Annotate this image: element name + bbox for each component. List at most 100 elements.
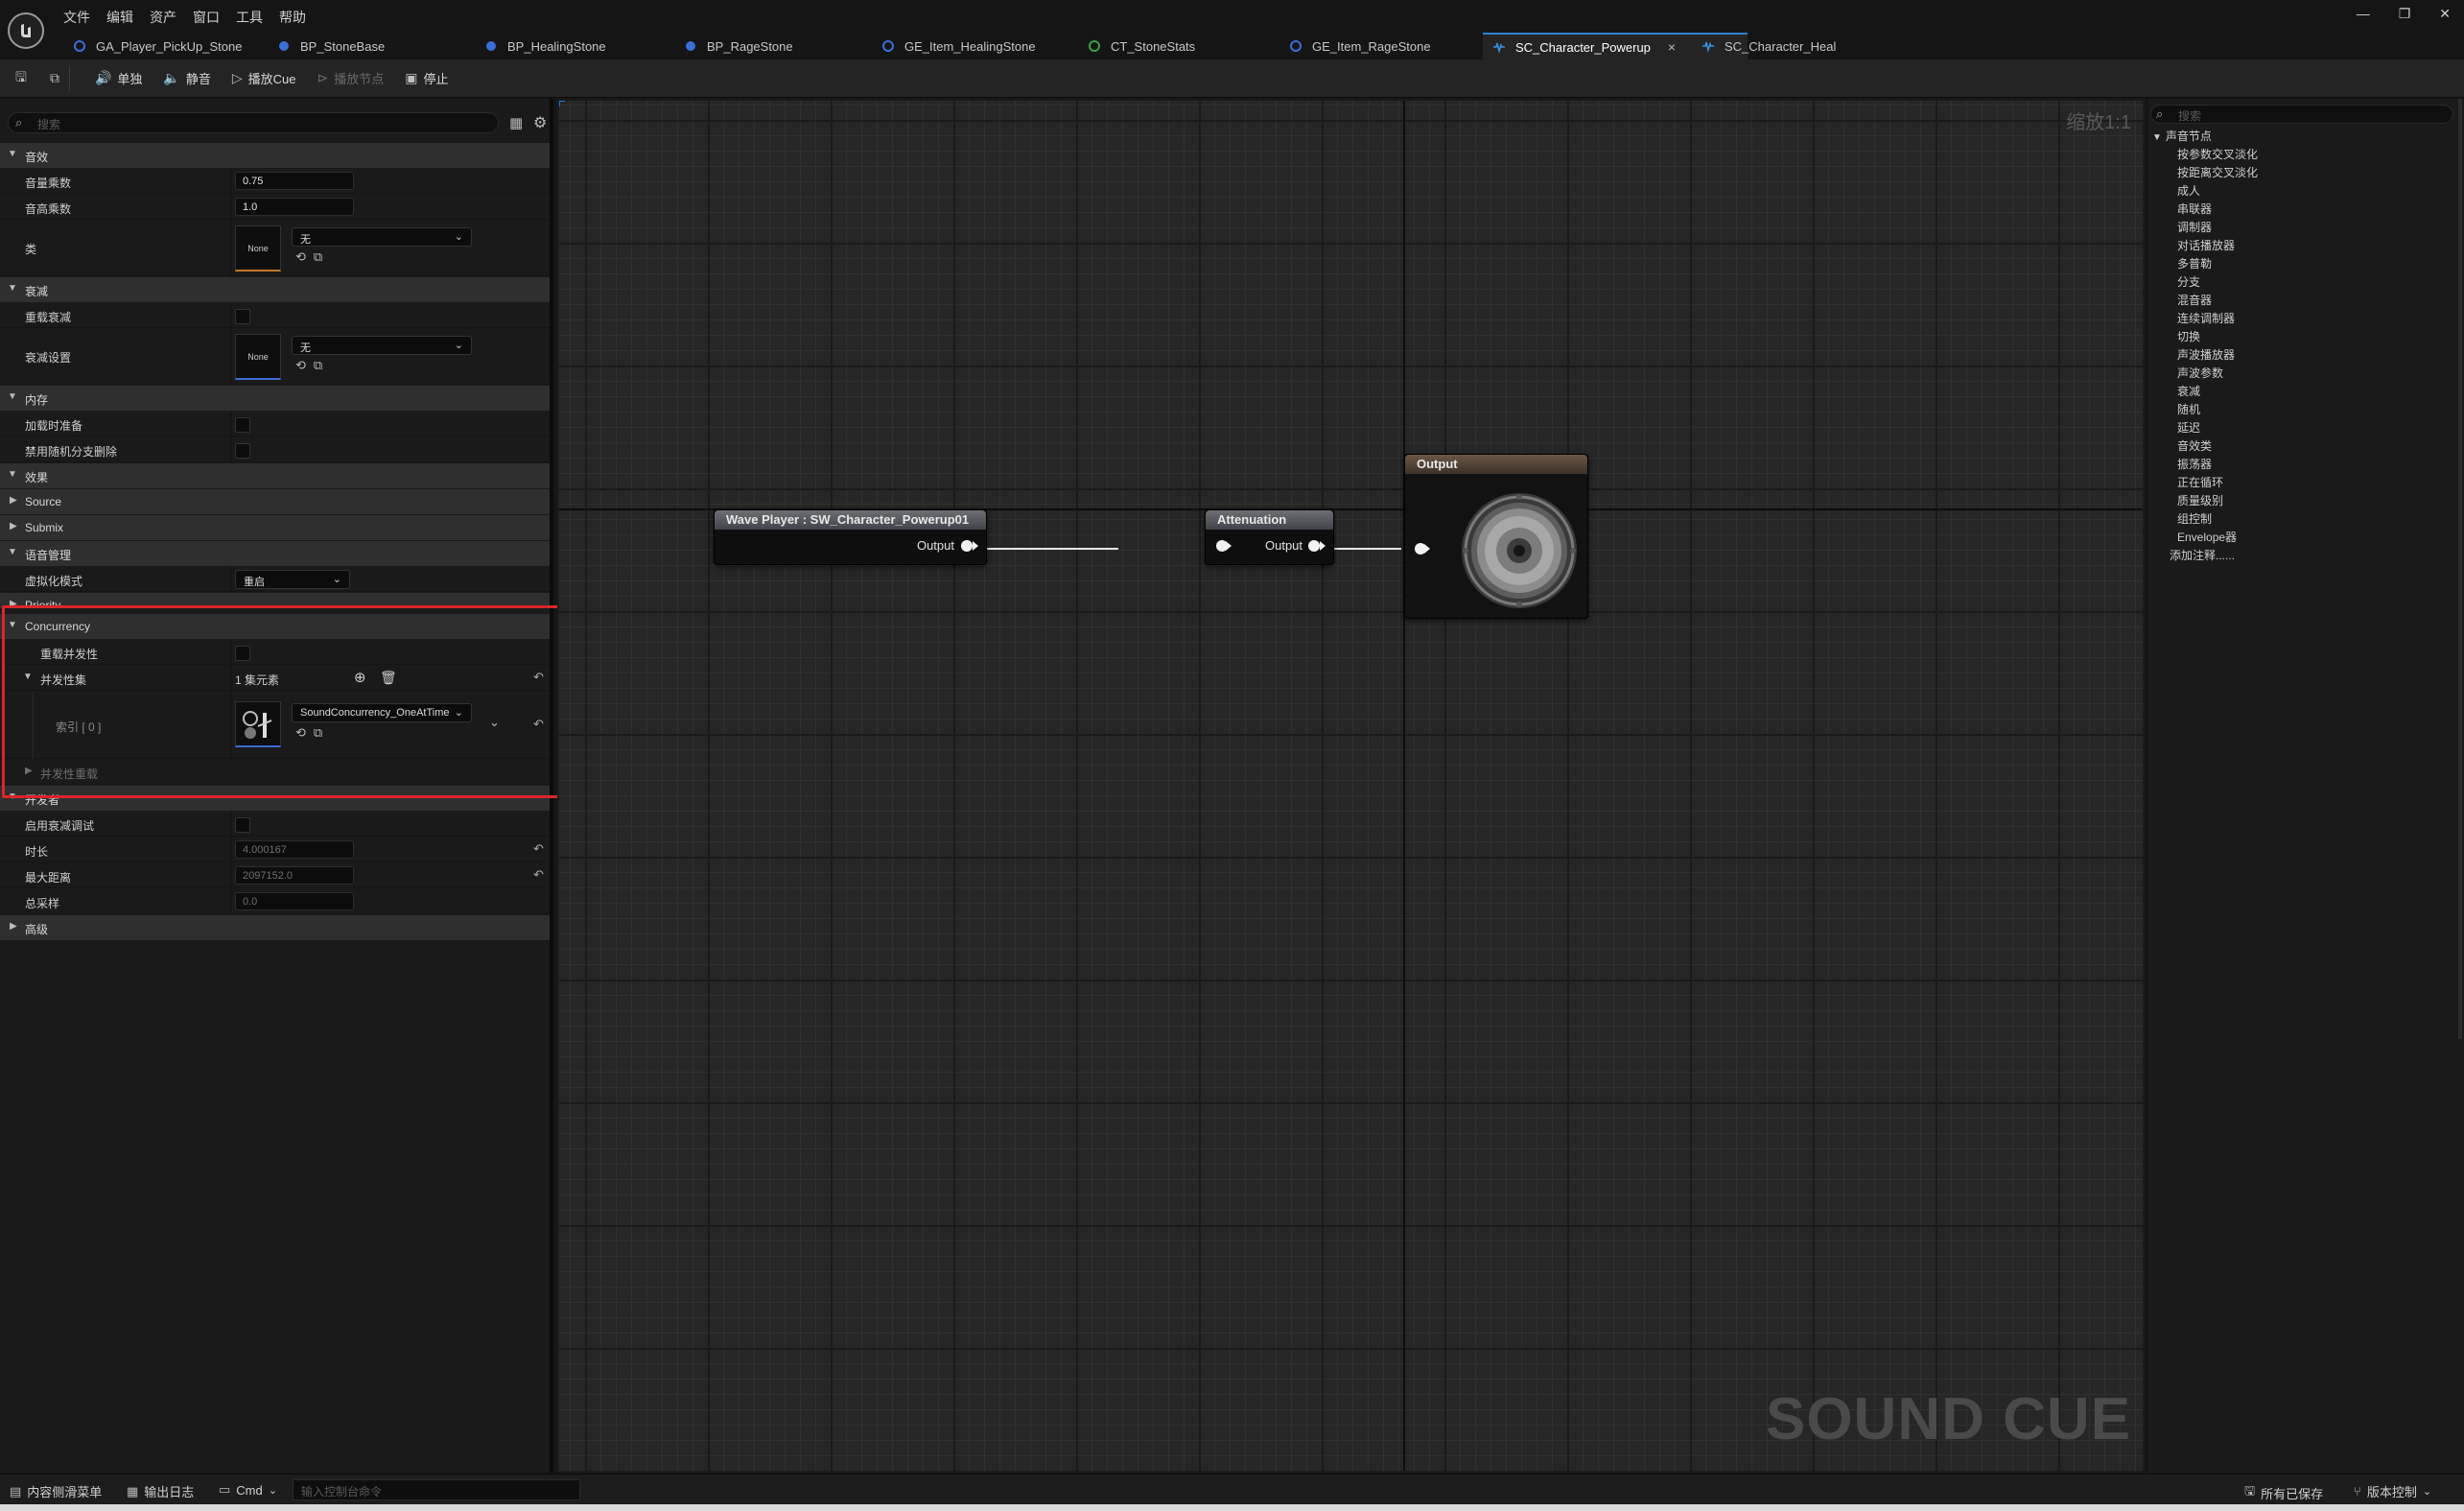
play-cue-button[interactable]: ▷ 播放Cue — [232, 69, 296, 87]
output-pin[interactable] — [961, 540, 973, 552]
wave-player-node[interactable]: Wave Player : SW_Character_Powerup01 Out… — [714, 509, 987, 565]
category-priority[interactable]: ▶ Priority — [0, 593, 550, 608]
solo-button[interactable]: 🔊 单独 — [95, 69, 142, 87]
browse-asset-icon[interactable]: ⧉ — [314, 358, 322, 373]
tab-bp-ragestone[interactable]: BP_RageStone — [674, 33, 793, 59]
tab-ga-player-pickup-stone[interactable]: GA_Player_PickUp_Stone — [63, 33, 242, 59]
menu-window[interactable]: 窗口 — [193, 8, 236, 27]
property-matrix-icon[interactable]: ▦ — [509, 114, 523, 131]
category-advanced[interactable]: ▶ 高级 — [0, 915, 550, 940]
stop-button[interactable]: ▣ 停止 — [405, 69, 448, 87]
palette-item[interactable]: 按距离交叉淡化 — [2152, 164, 2258, 182]
menu-file[interactable]: 文件 — [63, 8, 106, 27]
use-selected-icon[interactable]: ⟲ — [295, 358, 306, 373]
pitch-multiplier-input[interactable]: 1.0 — [235, 198, 354, 216]
attenuation-debug-checkbox[interactable] — [235, 817, 250, 833]
tab-close-icon[interactable]: × — [1668, 39, 1676, 55]
output-log-button[interactable]: ▦ 输出日志 — [127, 1482, 194, 1500]
palette-item[interactable]: 声波参数 — [2152, 365, 2258, 383]
tab-bp-stonebase[interactable]: BP_StoneBase — [268, 33, 385, 59]
category-voice-management[interactable]: ▼ 语音管理 — [0, 541, 550, 566]
palette-category-sound-nodes[interactable]: ▼ 声音节点 — [2152, 128, 2258, 146]
palette-item[interactable]: Envelope器 — [2152, 529, 2258, 547]
tab-ge-item-ragestone[interactable]: GE_Item_RageStone — [1279, 33, 1431, 59]
attenuation-thumbnail[interactable]: None — [235, 334, 281, 380]
palette-item[interactable]: 对话播放器 — [2152, 237, 2258, 255]
add-comment-item[interactable]: 添加注释...... — [2152, 547, 2258, 565]
play-node-button[interactable]: ⊳ 播放节点 — [317, 69, 384, 87]
category-sound[interactable]: ▼ 音效 — [0, 143, 550, 168]
browse-asset-icon[interactable]: ⧉ — [314, 249, 322, 265]
palette-item[interactable]: 振荡器 — [2152, 456, 2258, 474]
category-effects[interactable]: ▼ 效果 — [0, 463, 550, 488]
palette-item[interactable]: 多普勒 — [2152, 255, 2258, 273]
cmd-dropdown[interactable]: ▭ Cmd ⌄ — [219, 1482, 277, 1498]
palette-item[interactable]: 成人 — [2152, 182, 2258, 201]
sound-concurrency-thumbnail[interactable] — [235, 701, 281, 747]
palette-item[interactable]: 切换 — [2152, 328, 2258, 346]
palette-item[interactable]: 按参数交叉淡化 — [2152, 146, 2258, 164]
close-icon[interactable]: ✕ — [2439, 6, 2451, 22]
source-control-button[interactable]: ⑂ 版本控制 ⌄ — [2354, 1482, 2431, 1500]
save-button[interactable]: 🖫 — [15, 67, 33, 90]
content-drawer-button[interactable]: ▤ 内容侧滑菜单 — [10, 1482, 102, 1500]
output-pin[interactable] — [1308, 540, 1320, 552]
output-node[interactable]: Output — [1404, 454, 1588, 619]
sound-class-picker[interactable]: 无 ⌄ — [292, 227, 472, 247]
delete-elements-icon[interactable]: 🗑 — [380, 670, 397, 686]
minimize-icon[interactable]: — — [2357, 6, 2370, 22]
palette-item[interactable]: 音效类 — [2152, 437, 2258, 456]
tab-ct-stonestats[interactable]: CT_StoneStats — [1078, 33, 1195, 59]
palette-item[interactable]: 组控制 — [2152, 510, 2258, 529]
category-memory[interactable]: ▼ 内存 — [0, 386, 550, 411]
menu-help[interactable]: 帮助 — [279, 8, 322, 27]
reset-to-default-icon[interactable]: ↶ — [533, 670, 544, 685]
use-selected-icon[interactable]: ⟲ — [295, 249, 306, 265]
tab-sc-character-heal[interactable]: SC_Character_Heal — [1692, 33, 1836, 59]
add-element-icon[interactable]: ⊕ — [354, 669, 366, 686]
menu-tools[interactable]: 工具 — [236, 8, 279, 27]
attenuation-settings-picker[interactable]: 无 ⌄ — [292, 336, 472, 355]
palette-search-input[interactable]: ⌕ 搜索 — [2150, 105, 2453, 124]
tab-bp-healingstone[interactable]: BP_HealingStone — [475, 33, 606, 59]
mute-button[interactable]: 🔈 静音 — [163, 69, 210, 87]
palette-item[interactable]: 分支 — [2152, 273, 2258, 292]
settings-gear-icon[interactable]: ⚙ — [533, 113, 547, 132]
category-developer[interactable]: ▼ 开发者 — [0, 786, 550, 811]
browse-button[interactable]: ⧉ — [50, 70, 65, 86]
virtualization-mode-dropdown[interactable]: 重启 ⌄ — [235, 570, 350, 589]
override-attenuation-checkbox[interactable] — [235, 309, 250, 324]
reset-to-default-icon[interactable]: ↶ — [533, 841, 544, 857]
palette-item[interactable]: 随机 — [2152, 401, 2258, 419]
all-saved-button[interactable]: 🖫 所有已保存 — [2244, 1482, 2323, 1503]
palette-item[interactable]: 衰减 — [2152, 383, 2258, 401]
palette-item[interactable]: 连续调制器 — [2152, 310, 2258, 328]
sound-cue-graph[interactable]: 缩放1:1 SOUND CUE Wave Player : SW_Charact… — [557, 99, 2145, 1473]
unreal-logo-icon[interactable] — [8, 12, 44, 49]
palette-item[interactable]: 延迟 — [2152, 419, 2258, 437]
category-attenuation[interactable]: ▼ 衰减 — [0, 277, 550, 302]
category-source[interactable]: ▶ Source — [0, 489, 550, 514]
tab-ge-item-healingstone[interactable]: GE_Item_HealingStone — [872, 33, 1036, 59]
menu-edit[interactable]: 编辑 — [106, 8, 150, 27]
volume-multiplier-input[interactable]: 0.75 — [235, 172, 354, 190]
category-submix[interactable]: ▶ Submix — [0, 515, 550, 540]
sound-concurrency-picker[interactable]: SoundConcurrency_OneAtTime ⌄ — [292, 703, 472, 722]
palette-item[interactable]: 正在循环 — [2152, 474, 2258, 492]
palette-item[interactable]: 质量级别 — [2152, 492, 2258, 510]
override-concurrency-checkbox[interactable] — [235, 646, 250, 661]
disable-random-culling-checkbox[interactable] — [235, 443, 250, 459]
console-command-input[interactable]: 输入控制台命令 — [293, 1479, 580, 1500]
palette-item[interactable]: 串联器 — [2152, 201, 2258, 219]
reset-to-default-icon[interactable]: ↶ — [533, 867, 544, 883]
restore-icon[interactable]: ❐ — [2399, 6, 2411, 22]
palette-scrollbar[interactable] — [2458, 99, 2462, 1039]
use-selected-icon[interactable]: ⟲ — [295, 725, 306, 741]
palette-item[interactable]: 调制器 — [2152, 219, 2258, 237]
attenuation-node[interactable]: Attenuation Output — [1205, 509, 1334, 565]
reset-to-default-icon[interactable]: ↶ — [533, 717, 544, 732]
prime-on-load-checkbox[interactable] — [235, 417, 250, 433]
details-search-input[interactable]: ⌕ 搜索 — [8, 112, 499, 133]
palette-item[interactable]: 混音器 — [2152, 292, 2258, 310]
palette-item[interactable]: 声波播放器 — [2152, 346, 2258, 365]
